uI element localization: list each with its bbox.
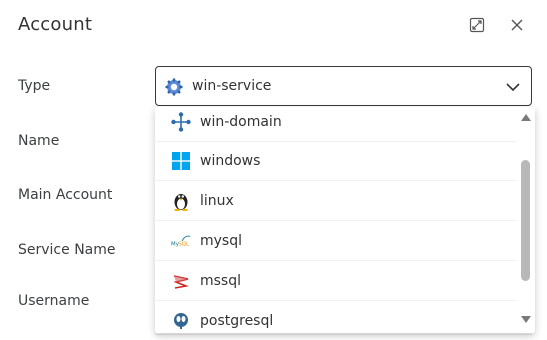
postgresql-icon [171,311,191,331]
expand-icon [469,17,485,33]
gear-icon [165,78,183,96]
type-select-value: win-service [192,78,272,94]
main-account-label: Main Account [18,187,113,203]
username-label: Username [18,293,90,309]
close-button[interactable] [507,15,527,35]
scrollbar-thumb[interactable] [521,160,530,281]
option-windows[interactable]: windows [155,141,517,181]
option-mysql[interactable]: My SQL mysql [155,221,517,261]
option-postgresql[interactable]: postgresql [155,301,517,333]
option-label: windows [200,152,261,169]
option-label: postgresql [200,312,274,329]
type-label: Type [18,78,51,94]
expand-button[interactable] [467,15,487,35]
type-select[interactable]: win-service [155,66,532,106]
chevron-down-icon [506,83,520,92]
option-label: mysql [200,232,242,249]
dropdown-scrollbar[interactable] [517,107,535,333]
service-name-label: Service Name [18,242,116,258]
mysql-icon: My SQL [171,231,191,251]
close-icon [511,19,523,31]
option-label: linux [200,192,234,209]
mssql-icon [171,271,191,291]
option-win-domain[interactable]: win-domain [155,107,517,142]
dialog-title: Account [18,14,93,35]
linux-penguin-icon [171,191,191,211]
windows-icon [171,151,191,171]
option-linux[interactable]: linux [155,181,517,221]
username-input[interactable] [155,334,532,340]
account-dialog: Account Type Name Main Account Service N… [0,0,547,340]
name-label: Name [18,133,60,149]
network-icon [171,111,191,132]
scroll-up-icon[interactable] [520,112,532,122]
option-label: mssql [200,272,242,289]
scroll-down-icon[interactable] [520,315,532,325]
type-dropdown-list: win-domain windows linux My SQL mysql ms… [155,107,535,333]
option-mssql[interactable]: mssql [155,261,517,301]
option-label: win-domain [200,113,282,130]
svg-text:SQL: SQL [178,241,189,247]
